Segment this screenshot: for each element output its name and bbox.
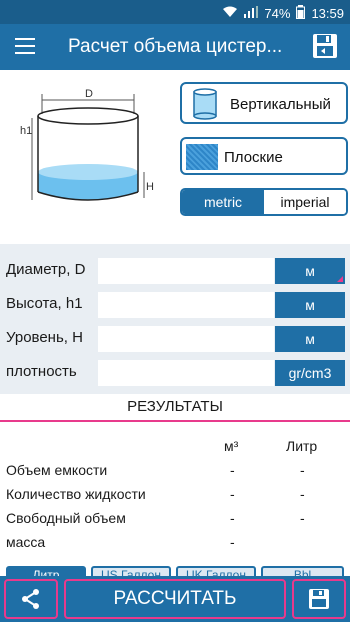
height-unit-button[interactable]: м (275, 292, 345, 318)
flat-bottom-button[interactable]: Плоские (180, 137, 348, 175)
result-label: масса (6, 534, 46, 550)
density-label: плотность (6, 363, 77, 380)
vertical-cylinder-icon (192, 88, 218, 120)
height-label: Высота, h1 (6, 295, 83, 312)
input-row-height: Высота, h1 м (0, 290, 350, 318)
result-value-liters: - (300, 486, 305, 502)
bottom-action-bar: РАССЧИТАТЬ (0, 576, 350, 622)
result-row-free: Свободный объем - - (6, 510, 350, 526)
calculate-button[interactable]: РАССЧИТАТЬ (64, 579, 286, 619)
label-d: D (85, 88, 93, 100)
result-label: Объем емкости (6, 462, 108, 478)
level-unit-button[interactable]: м (275, 326, 345, 352)
status-bar: 74% 13:59 (0, 0, 350, 24)
diameter-unit-button[interactable]: м (275, 258, 345, 284)
save-button[interactable] (292, 579, 346, 619)
label-h: H (146, 181, 154, 193)
result-label: Свободный объем (6, 510, 126, 526)
signal-icon (244, 6, 259, 21)
input-row-level: Уровень, H м (0, 324, 350, 352)
clock: 13:59 (311, 6, 344, 21)
results-col-liters: Литр (286, 438, 318, 454)
diameter-label: Диаметр, D (6, 261, 86, 278)
battery-icon (296, 5, 306, 22)
flat-label: Плоские (224, 149, 283, 166)
result-row-volume: Объем емкости - - (6, 462, 350, 478)
height-input[interactable] (98, 292, 274, 318)
hamburger-menu-icon[interactable] (15, 38, 35, 54)
result-label: Количество жидкости (6, 486, 146, 502)
result-value-m3: - (230, 462, 235, 478)
vertical-label: Вертикальный (230, 96, 331, 113)
flat-bottom-icon (186, 144, 218, 170)
results-col-cubic-meters: м³ (224, 438, 239, 454)
result-value-liters: - (300, 510, 305, 526)
result-value-liters: - (300, 462, 305, 478)
share-icon (22, 589, 39, 609)
app-toolbar: Расчет объема цистер... (0, 24, 350, 70)
result-row-liquid: Количество жидкости - - (6, 486, 350, 502)
results-divider (0, 420, 350, 422)
vertical-tank-button[interactable]: Вертикальный (180, 82, 348, 124)
diameter-input[interactable] (98, 258, 274, 284)
metric-button[interactable]: metric (182, 190, 264, 214)
input-row-density: плотность gr/cm3 (0, 358, 350, 386)
density-unit-button[interactable]: gr/cm3 (275, 360, 345, 386)
input-row-diameter: Диаметр, D м (0, 256, 350, 284)
result-value-m3: - (230, 534, 235, 550)
unit-system-toggle: metric imperial (180, 188, 348, 216)
results-title: РЕЗУЛЬТАТЫ (127, 398, 223, 415)
page-title: Расчет объема цистер... (68, 36, 283, 57)
save-floppy-icon[interactable] (312, 33, 338, 59)
label-h1: h1 (20, 125, 32, 137)
share-button[interactable] (4, 579, 58, 619)
result-value-m3: - (230, 510, 235, 526)
density-input[interactable] (98, 360, 274, 386)
wifi-icon (222, 6, 238, 21)
battery-percent: 74% (264, 6, 291, 21)
imperial-button[interactable]: imperial (264, 190, 346, 214)
level-input[interactable] (98, 326, 274, 352)
level-label: Уровень, H (6, 329, 83, 346)
save-icon (309, 589, 329, 609)
result-value-m3: - (230, 486, 235, 502)
tank-diagram: D h1 H (12, 88, 164, 218)
result-row-mass: масса - (6, 534, 350, 550)
